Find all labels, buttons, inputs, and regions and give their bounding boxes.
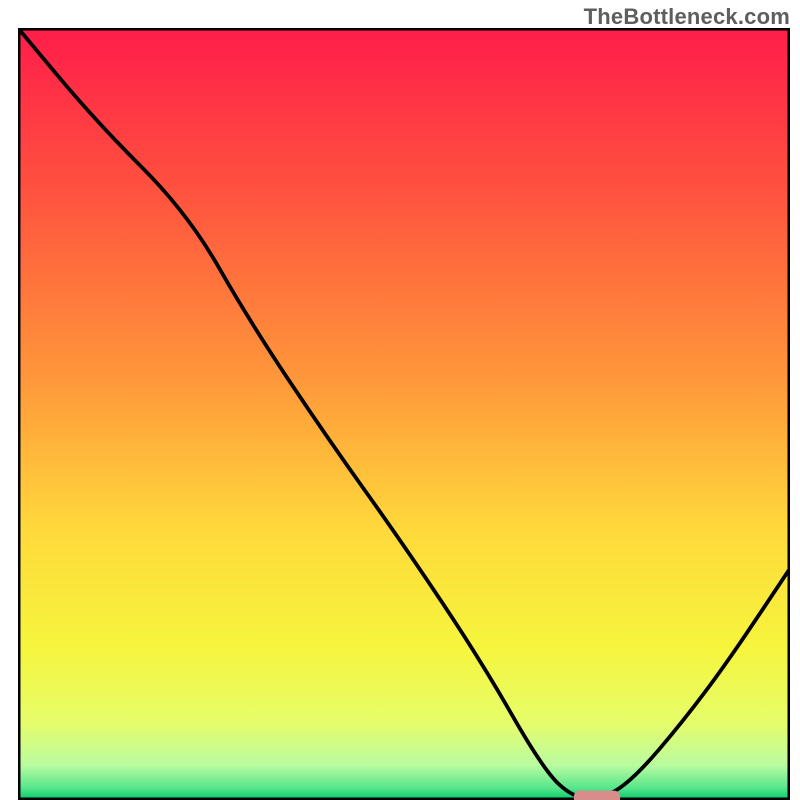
optimal-range-marker bbox=[574, 791, 620, 800]
gradient-background bbox=[18, 28, 790, 800]
watermark-text: TheBottleneck.com bbox=[584, 4, 790, 30]
chart-plot-area bbox=[18, 28, 790, 800]
chart-svg bbox=[18, 28, 790, 800]
